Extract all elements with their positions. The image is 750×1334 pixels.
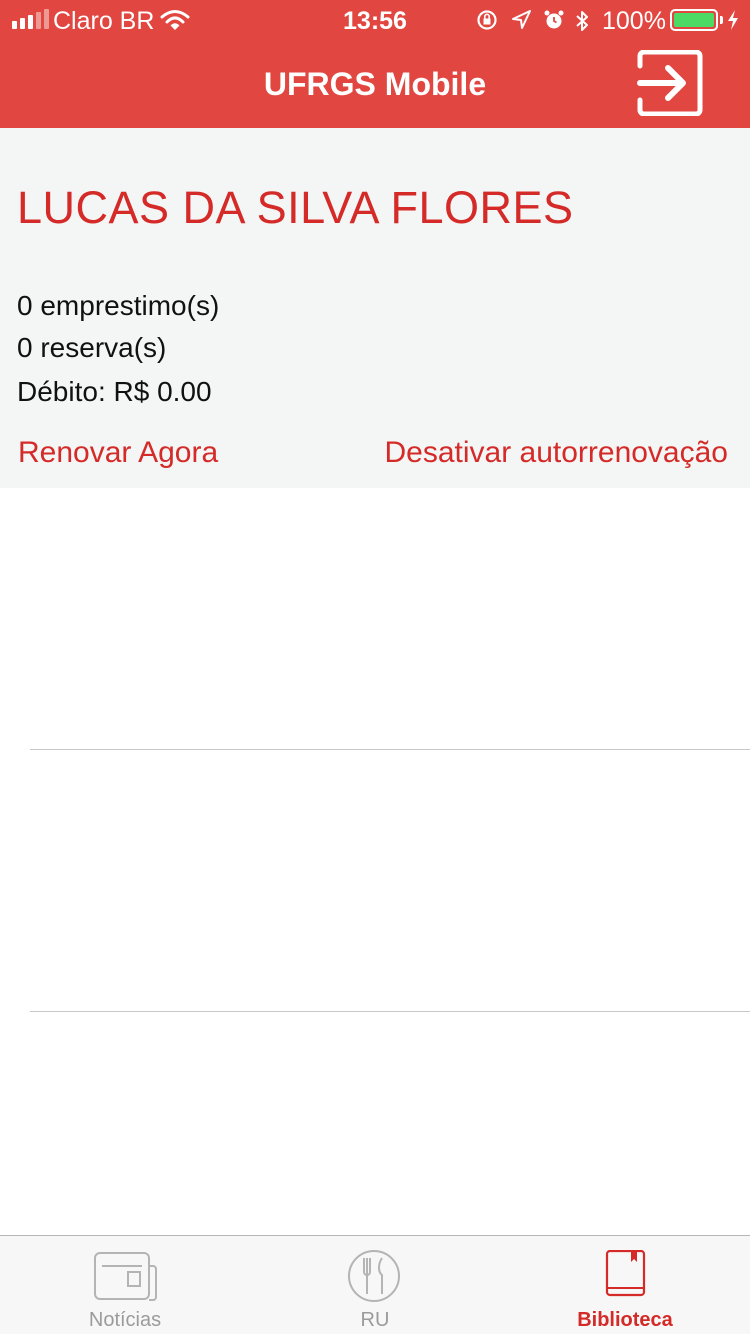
tab-biblioteca[interactable]: Biblioteca	[500, 1236, 750, 1334]
alarm-icon	[543, 9, 565, 38]
user-name: LUCAS DA SILVA FLORES	[17, 182, 574, 233]
newspaper-icon	[0, 1250, 250, 1302]
top-bar: Claro BR 13:56 100% UFRGS Mobile	[0, 0, 750, 128]
disable-autorenew-link[interactable]: Desativar autorrenovação	[384, 436, 728, 470]
location-icon	[511, 9, 531, 38]
battery-percent: 100%	[602, 7, 666, 35]
tab-label: Biblioteca	[577, 1309, 673, 1331]
renew-now-link[interactable]: Renovar Agora	[18, 436, 218, 470]
battery-cap	[720, 16, 723, 24]
bluetooth-icon	[574, 9, 590, 40]
library-profile-panel: LUCAS DA SILVA FLORES 0 emprestimo(s) 0 …	[0, 128, 750, 488]
logout-icon	[637, 49, 703, 117]
loans-count: 0 emprestimo(s)	[17, 290, 220, 321]
reserves-count: 0 reserva(s)	[17, 332, 167, 363]
tab-ru[interactable]: RU	[250, 1236, 500, 1334]
status-bar: Claro BR 13:56 100%	[0, 0, 750, 40]
tab-label: RU	[360, 1309, 390, 1331]
nav-bar: UFRGS Mobile	[0, 40, 750, 128]
tab-noticias[interactable]: Notícias	[0, 1236, 250, 1334]
plate-cutlery-icon	[250, 1250, 500, 1302]
logout-button[interactable]	[636, 49, 704, 117]
tab-label: Notícias	[88, 1309, 162, 1331]
list-separator	[30, 1011, 750, 1012]
orientation-lock-icon	[476, 9, 498, 38]
debt-amount: Débito: R$ 0.00	[17, 376, 212, 407]
book-icon	[500, 1249, 750, 1302]
tab-bar: Notícias RU Biblioteca	[0, 1235, 750, 1334]
list-separator	[30, 749, 750, 750]
charging-icon	[727, 9, 739, 38]
battery-icon	[670, 9, 718, 31]
screen: Claro BR 13:56 100% UFRGS Mobile LUCAS D…	[0, 0, 750, 1334]
